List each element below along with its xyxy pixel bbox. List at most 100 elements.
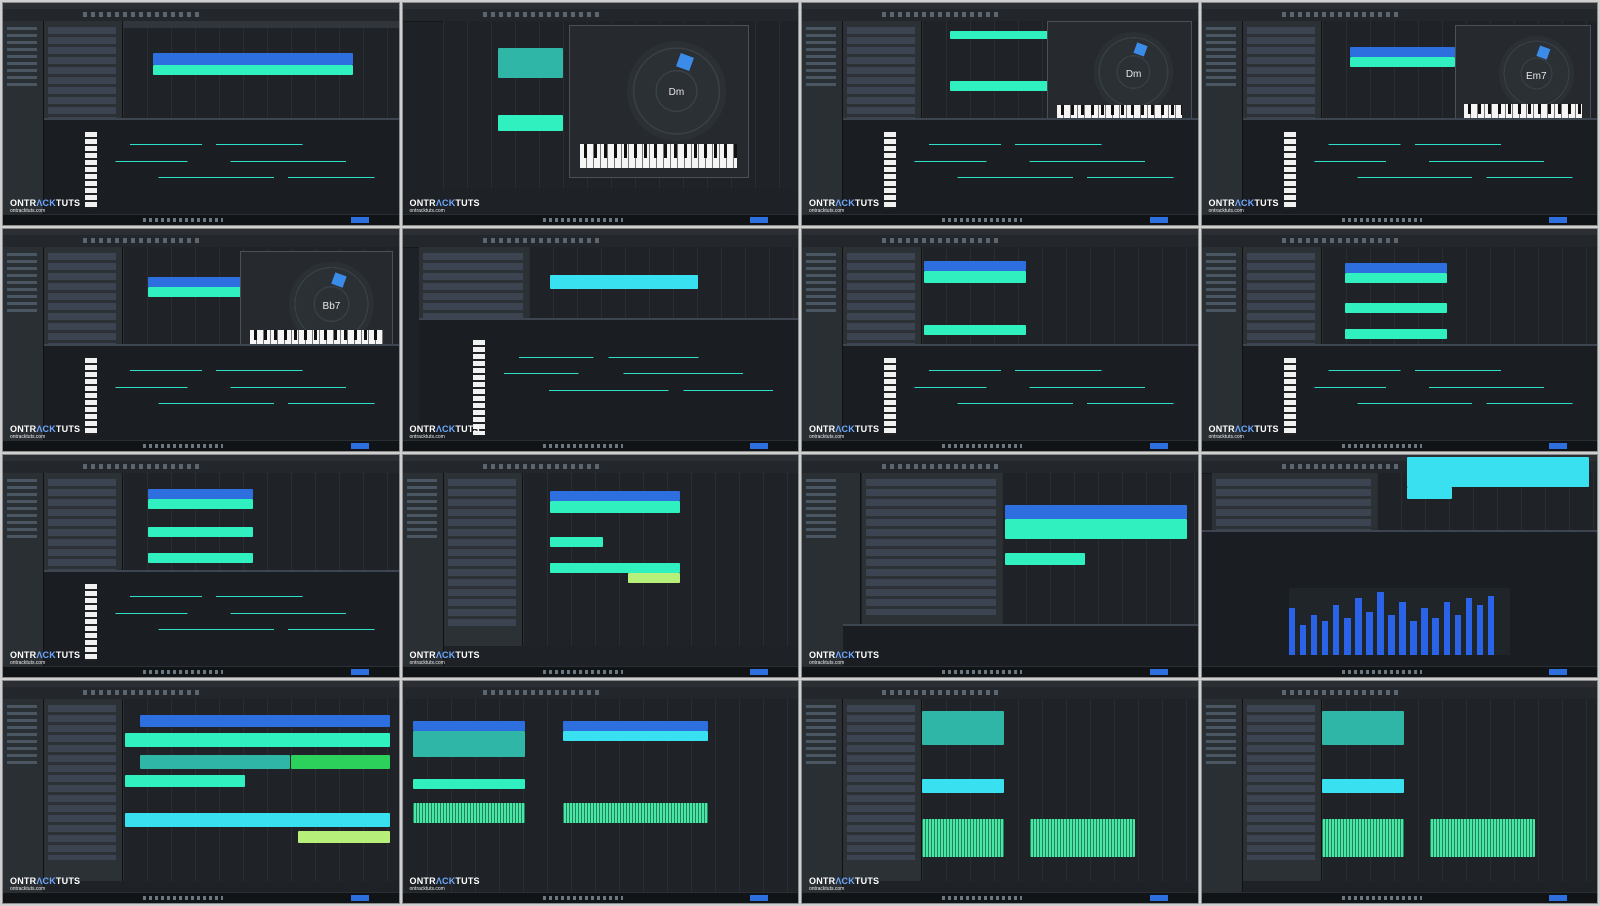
piano-keys	[1283, 357, 1296, 435]
screenshot-2: Dm ONTRΛCKTUTS ontracktuts.com	[401, 2, 799, 226]
chord-selector-popup[interactable]: Dm	[1047, 20, 1192, 130]
transport-bar	[402, 892, 798, 903]
clip	[1005, 505, 1187, 519]
logo: ONTRΛCKTUTS ontracktuts.com	[10, 650, 80, 666]
timeline-ruler	[123, 21, 399, 28]
velocity-bar	[1310, 614, 1318, 655]
logo-right: TUTS	[55, 650, 81, 660]
logo: ONTRΛCKTUTS ontracktuts.com	[1209, 424, 1279, 440]
logo-right: TUTS	[455, 198, 480, 208]
selected-chord-segment[interactable]	[1133, 41, 1148, 57]
logo: ONTRΛCKTUTS ontracktuts.com	[410, 424, 480, 440]
piano-keys	[884, 357, 896, 435]
logo-right: TUTS	[55, 876, 81, 886]
clip	[549, 491, 680, 501]
clip	[1005, 519, 1187, 539]
chord-wheel[interactable]: Dm	[626, 41, 727, 141]
track-list	[843, 247, 922, 354]
logo-left: ONTR	[809, 424, 836, 434]
transport-bar	[3, 440, 399, 451]
logo-left: ONTR	[809, 650, 836, 660]
velocity-bar	[1487, 596, 1495, 655]
velocity-bar	[1432, 618, 1440, 655]
logo-subtitle: ontracktuts.com	[409, 208, 445, 214]
logo-accent: ΛCK	[36, 650, 56, 660]
velocity-bar	[1465, 598, 1473, 655]
chord-wheel[interactable]: Em7	[1498, 36, 1574, 112]
logo-accent: ΛCK	[835, 198, 855, 208]
velocity-bar	[1476, 604, 1484, 655]
velocity-bar	[1410, 621, 1417, 655]
selected-chord-segment[interactable]	[331, 272, 347, 288]
logo-subtitle: ontracktuts.com	[1208, 208, 1244, 214]
clip	[1005, 553, 1085, 565]
clip	[922, 779, 1004, 793]
note-lanes	[900, 362, 1188, 418]
track-list	[44, 699, 123, 882]
inspector-panel	[3, 699, 44, 893]
note-lanes	[488, 348, 788, 405]
screenshot-6: ONTRΛCKTUTS ontracktuts.com	[401, 228, 799, 452]
clip	[924, 261, 1026, 271]
logo: ONTRΛCKTUTS ontracktuts.com	[809, 198, 879, 214]
velocity-lane	[1288, 588, 1510, 655]
clip	[549, 275, 698, 289]
transport-bar	[3, 666, 399, 677]
clip	[298, 831, 390, 843]
transport-bar	[802, 666, 1198, 677]
clip	[627, 573, 680, 583]
screenshot-10: ONTRΛCKTUTS ontracktuts.com	[401, 454, 799, 678]
screenshot-7: ONTRΛCKTUTS ontracktuts.com	[801, 228, 1199, 452]
clip	[148, 499, 253, 509]
clip	[153, 65, 353, 75]
logo-subtitle: ontracktuts.com	[10, 208, 46, 214]
logo-accent: ΛCK	[36, 198, 56, 208]
logo-right: TUTS	[854, 650, 880, 660]
logo-subtitle: ontracktuts.com	[409, 886, 445, 892]
transport-bar	[402, 440, 798, 451]
audio-clip	[922, 819, 1004, 857]
screenshot-5: Bb7 ONTRΛCKTUTS ontracktuts.com	[2, 228, 400, 452]
clip	[1406, 487, 1452, 499]
logo-right: TUTS	[854, 424, 880, 434]
clip	[924, 271, 1026, 283]
chord-selector-popup[interactable]: Dm	[568, 25, 749, 179]
logo-accent: ΛCK	[435, 876, 456, 886]
inspector-panel	[1201, 21, 1243, 215]
clip	[1349, 57, 1455, 67]
chord-selector-popup[interactable]: Bb7	[240, 251, 393, 354]
track-list	[443, 473, 523, 647]
velocity-bar	[1421, 608, 1429, 655]
clip	[148, 553, 253, 563]
chord-selector-popup[interactable]: Em7	[1454, 25, 1592, 128]
logo-accent: ΛCK	[435, 424, 456, 434]
note-lanes	[1299, 136, 1587, 192]
clip	[1344, 273, 1447, 283]
velocity-bar	[1454, 614, 1462, 655]
logo-left: ONTR	[409, 198, 436, 208]
transport-bar	[802, 440, 1198, 451]
clip	[1321, 711, 1404, 745]
selected-chord-segment[interactable]	[676, 53, 695, 72]
logo: ONTRΛCKTUTS ontracktuts.com	[409, 876, 480, 892]
track-list	[1242, 247, 1322, 354]
velocity-bar	[1343, 618, 1351, 655]
chord-wheel[interactable]: Dm	[1093, 32, 1174, 113]
selected-chord-segment[interactable]	[1536, 45, 1550, 59]
logo-left: ONTR	[409, 650, 436, 660]
step-editor	[843, 623, 1198, 667]
transport-bar	[402, 214, 798, 225]
track-list	[1242, 699, 1322, 882]
logo-left: ONTR	[10, 424, 37, 434]
clip	[549, 537, 603, 547]
contact-sheet-grid: ONTRΛCKTUTS ontracktuts.com Dm ONTRΛCKTU…	[0, 0, 1600, 906]
track-list	[44, 473, 123, 580]
piano-keys	[472, 340, 485, 435]
track-list	[44, 21, 123, 128]
clip	[549, 501, 680, 513]
velocity-bar	[1443, 601, 1451, 655]
velocity-bar	[1299, 624, 1307, 655]
logo-accent: ΛCK	[435, 198, 456, 208]
chord-piano[interactable]	[580, 143, 737, 169]
logo-left: ONTR	[10, 198, 37, 208]
